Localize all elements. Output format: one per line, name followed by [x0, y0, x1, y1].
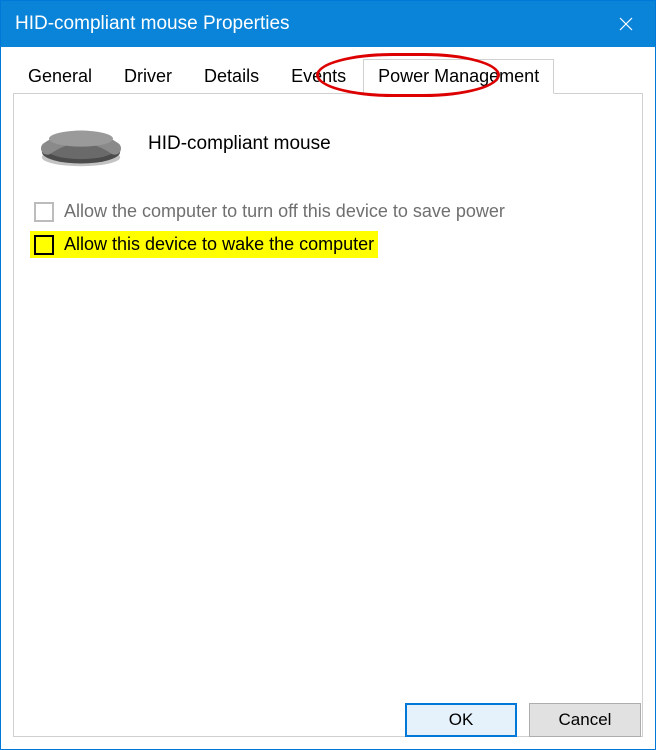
tab-power-management[interactable]: Power Management [363, 59, 554, 94]
dialog-buttons: OK Cancel [405, 703, 641, 737]
close-button[interactable] [597, 1, 655, 47]
checkbox-label: Allow the computer to turn off this devi… [64, 201, 505, 222]
tab-label: Driver [124, 66, 172, 86]
device-header: HID-compliant mouse [30, 112, 626, 198]
checkbox-allow-wake[interactable]: Allow this device to wake the computer [30, 231, 378, 258]
window-title: HID-compliant mouse Properties [15, 13, 290, 35]
close-icon [619, 17, 633, 31]
tab-details[interactable]: Details [189, 59, 274, 94]
device-name: HID-compliant mouse [148, 133, 331, 155]
titlebar: HID-compliant mouse Properties [1, 1, 655, 47]
tab-strip: General Driver Details Events Power Mana… [13, 59, 643, 94]
mouse-icon [36, 120, 126, 168]
tab-events[interactable]: Events [276, 59, 361, 94]
tab-label: Power Management [378, 66, 539, 86]
tab-general[interactable]: General [13, 59, 107, 94]
ok-button[interactable]: OK [405, 703, 517, 737]
tab-content: HID-compliant mouse Allow the computer t… [13, 94, 643, 737]
tab-label: Events [291, 66, 346, 86]
tab-label: Details [204, 66, 259, 86]
checkbox-box [34, 235, 54, 255]
checkbox-allow-power-off: Allow the computer to turn off this devi… [30, 198, 509, 225]
tab-label: General [28, 66, 92, 86]
properties-window: HID-compliant mouse Properties General D… [0, 0, 656, 750]
tab-driver[interactable]: Driver [109, 59, 187, 94]
cancel-button[interactable]: Cancel [529, 703, 641, 737]
tab-area: General Driver Details Events Power Mana… [1, 47, 655, 94]
checkbox-label: Allow this device to wake the computer [64, 234, 374, 255]
checkbox-box [34, 202, 54, 222]
